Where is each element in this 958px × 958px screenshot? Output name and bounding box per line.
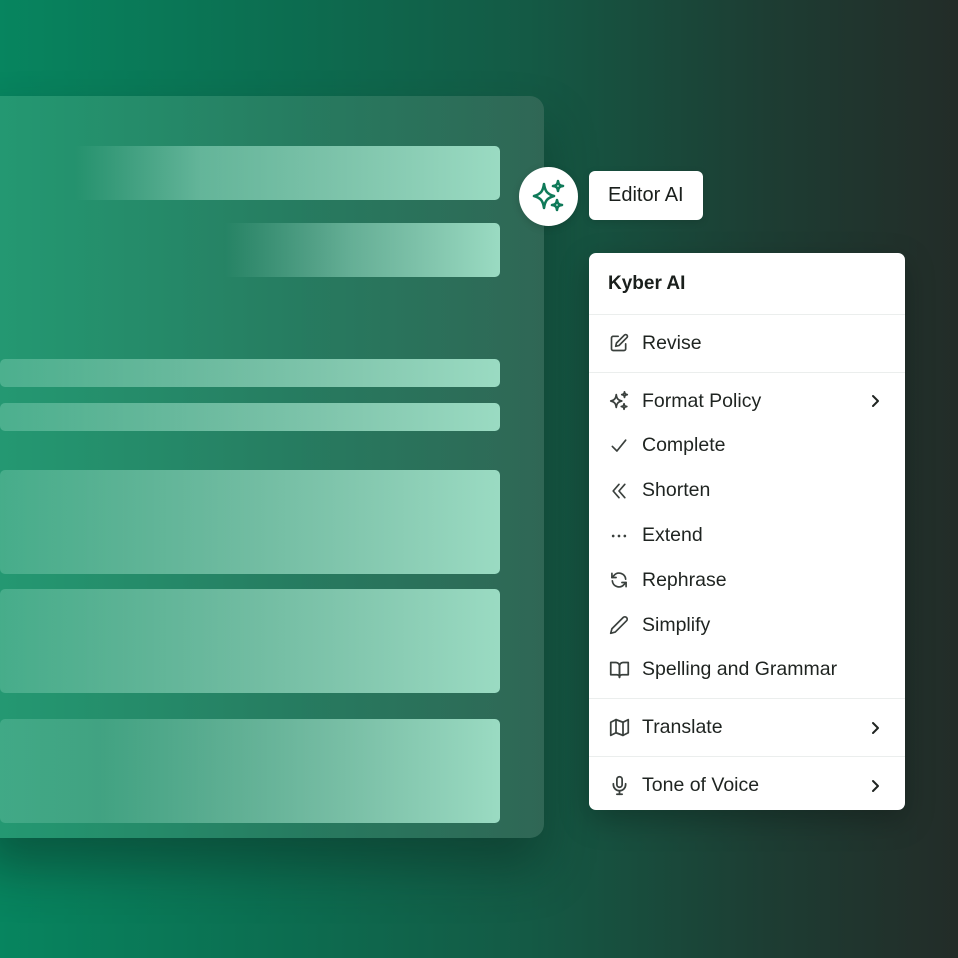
- menu-item-format-policy[interactable]: Format Policy: [589, 379, 905, 424]
- paragraph-placeholder: [0, 470, 500, 574]
- menu-item-label: Rephrase: [642, 568, 727, 591]
- menu-item-label: Simplify: [642, 613, 711, 636]
- menu-item-shorten[interactable]: Shorten: [589, 468, 905, 513]
- text-block-placeholder: [0, 223, 500, 277]
- ellipsis-icon: [608, 525, 630, 547]
- menu-group: Revise: [589, 315, 905, 372]
- text-block-placeholder: [0, 146, 500, 200]
- menu-item-revise[interactable]: Revise: [589, 321, 905, 366]
- menu-item-label: Spelling and Grammar: [642, 658, 838, 681]
- menu-item-translate[interactable]: Translate: [589, 705, 905, 750]
- text-line-placeholder: [0, 403, 500, 431]
- map-icon: [608, 717, 630, 739]
- editor-ai-label[interactable]: Editor AI: [589, 171, 703, 220]
- menu-item-complete[interactable]: Complete: [589, 424, 905, 469]
- sparkles-icon: [528, 176, 570, 218]
- check-icon: [608, 435, 630, 457]
- chevron-right-icon: [867, 720, 883, 736]
- document-preview: [0, 96, 544, 838]
- paragraph-placeholder: [0, 589, 500, 693]
- ai-action-menu: Kyber AI Revise Format Policy Complete S…: [589, 253, 905, 810]
- menu-item-tone-of-voice[interactable]: Tone of Voice: [589, 763, 905, 808]
- menu-item-label: Revise: [642, 331, 702, 354]
- sparkles-icon: [608, 390, 630, 412]
- menu-item-spelling-grammar[interactable]: Spelling and Grammar: [589, 648, 905, 693]
- menu-item-label: Extend: [642, 524, 703, 547]
- edit-icon: [608, 332, 630, 354]
- menu-item-label: Tone of Voice: [642, 774, 760, 797]
- paragraph-placeholder: [0, 719, 500, 823]
- microphone-icon: [608, 775, 630, 797]
- pencil-icon: [608, 614, 630, 636]
- menu-item-simplify[interactable]: Simplify: [589, 603, 905, 648]
- menu-group: Format Policy Complete Shorten Extend Re…: [589, 373, 905, 699]
- chevron-right-icon: [867, 778, 883, 794]
- menu-item-rephrase[interactable]: Rephrase: [589, 558, 905, 603]
- menu-item-label: Format Policy: [642, 389, 762, 412]
- menu-title: Kyber AI: [608, 272, 686, 294]
- menu-group: Tone of Voice: [589, 757, 905, 810]
- menu-item-label: Shorten: [642, 479, 711, 502]
- chevron-right-icon: [867, 393, 883, 409]
- menu-item-extend[interactable]: Extend: [589, 513, 905, 558]
- book-icon: [608, 659, 630, 681]
- text-line-placeholder: [0, 359, 500, 387]
- chevrons-left-icon: [608, 480, 630, 502]
- menu-item-label: Complete: [642, 434, 726, 457]
- refresh-icon: [608, 569, 630, 591]
- menu-item-label: Translate: [642, 716, 723, 739]
- menu-group: Translate: [589, 699, 905, 756]
- editor-ai-button[interactable]: [519, 167, 578, 226]
